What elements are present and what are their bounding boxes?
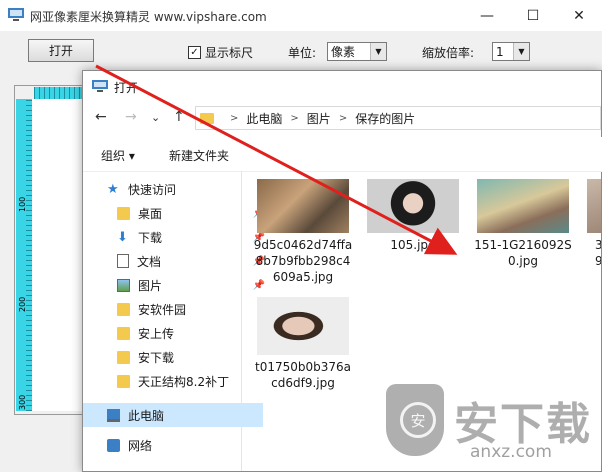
image-thumbnail xyxy=(257,179,349,233)
command-bar: 组织 ▾ 新建文件夹 xyxy=(83,137,602,172)
ruler-tick-label: 200 xyxy=(18,296,27,312)
file-tile[interactable]: 9d5c0462d74ffa 8b7b9fbb298c4 609a5.jpg xyxy=(253,179,353,289)
up-arrow-icon[interactable]: ↑ xyxy=(173,109,185,125)
folder-icon xyxy=(117,326,130,340)
top-ruler xyxy=(34,87,84,99)
file-tile[interactable]: t01750b0b376a cd6df9.jpg xyxy=(253,297,353,407)
address-bar[interactable]: > 此电脑 > 图片 > 保存的图片 xyxy=(195,106,601,130)
show-ruler-toggle[interactable]: ✓ 显示标尺 xyxy=(188,44,253,61)
unit-select[interactable]: 像素 ▼ xyxy=(327,42,387,61)
chevron-right-icon: > xyxy=(230,112,239,124)
app-titlebar: 网亚像素厘米换算精灵 www.vipshare.com — ☐ ✕ xyxy=(0,0,602,31)
navigation-pane: ★ 快速访问 桌面 📌 ⬇ 下载 📌 文档 📌 图片 📌 安软件园 xyxy=(83,171,265,471)
dialog-title: 打开 xyxy=(114,81,139,95)
dialog-titlebar: 打开 xyxy=(83,71,602,101)
nav-item-label: 文档 xyxy=(137,254,162,269)
pictures-icon xyxy=(117,278,130,292)
file-name: 105.jpg xyxy=(390,238,436,252)
nav-item-this-pc[interactable]: 此电脑 xyxy=(83,403,263,427)
ruler-tick-label: 300 xyxy=(18,394,27,410)
image-thumbnail xyxy=(257,297,349,355)
app-title: 网亚像素厘米换算精灵 www.vipshare.com xyxy=(30,10,267,24)
computer-icon xyxy=(107,408,120,422)
unit-select-value: 像素 xyxy=(331,45,356,59)
dialog-navbar: ← → ⌄ ↑ > 此电脑 > 图片 > 保存的图片 xyxy=(83,101,602,135)
back-arrow-icon[interactable]: ← xyxy=(95,109,107,125)
image-canvas[interactable] xyxy=(32,99,84,411)
nav-item-label: 此电脑 xyxy=(128,408,165,423)
star-icon: ★ xyxy=(107,181,119,197)
nav-item-label: 图片 xyxy=(138,278,163,293)
nav-item-label: 安上传 xyxy=(138,326,175,341)
breadcrumb-item[interactable]: 此电脑 xyxy=(246,110,282,127)
forward-arrow-icon[interactable]: → xyxy=(125,109,137,125)
folder-icon xyxy=(117,374,130,388)
maximize-button[interactable]: ☐ xyxy=(510,0,556,31)
file-name: 3492 xyxy=(595,238,601,268)
nav-item-label: 天正结构8.2补丁 xyxy=(138,374,230,389)
shield-icon: 安 xyxy=(386,384,444,456)
nav-item-network[interactable]: 网络 xyxy=(83,433,263,457)
nav-item-label: 桌面 xyxy=(138,206,163,221)
file-tile[interactable]: 3492 xyxy=(583,179,601,289)
organize-button[interactable]: 组织 ▾ xyxy=(101,147,135,164)
folder-icon xyxy=(117,302,130,316)
chevron-right-icon: > xyxy=(290,112,299,124)
nav-item-quick-access[interactable]: ★ 快速访问 xyxy=(83,177,263,201)
nav-item-label: 快速访问 xyxy=(128,182,177,197)
show-ruler-checkbox[interactable]: ✓ xyxy=(188,46,201,59)
unit-label: 单位: xyxy=(288,46,317,60)
folder-icon xyxy=(117,206,130,220)
ruler-tick-label: 100 xyxy=(18,196,27,212)
file-name: t01750b0b376a cd6df9.jpg xyxy=(254,360,351,390)
breadcrumb-item[interactable]: 保存的图片 xyxy=(355,110,415,127)
file-tile[interactable]: 151-1G216092S 0.jpg xyxy=(473,179,573,289)
dialog-app-icon xyxy=(92,80,108,92)
image-thumbnail xyxy=(477,179,569,233)
new-folder-button[interactable]: 新建文件夹 xyxy=(169,147,229,164)
zoom-select-value: 1 xyxy=(496,44,504,59)
download-icon: ⬇ xyxy=(117,229,128,245)
folder-icon xyxy=(200,112,214,124)
nav-item-label: 网络 xyxy=(128,438,153,453)
document-icon xyxy=(117,254,129,268)
nav-item-label: 安软件园 xyxy=(138,302,187,317)
file-name: 9d5c0462d74ffa 8b7b9fbb298c4 609a5.jpg xyxy=(253,238,353,284)
show-ruler-label: 显示标尺 xyxy=(205,46,254,60)
file-name: 151-1G216092S 0.jpg xyxy=(474,238,572,268)
app-icon xyxy=(8,8,24,21)
chevron-right-icon: > xyxy=(338,112,348,124)
recent-locations-icon[interactable]: ⌄ xyxy=(151,111,160,124)
folder-icon xyxy=(117,350,130,364)
zoom-label: 缩放倍率: xyxy=(422,46,475,60)
nav-item-label: 安下载 xyxy=(138,350,175,365)
image-thumbnail xyxy=(367,179,459,233)
network-icon xyxy=(107,438,120,452)
zoom-select[interactable]: 1 ▼ xyxy=(492,42,530,61)
open-button[interactable]: 打开 xyxy=(28,39,94,62)
chevron-down-icon: ▼ xyxy=(370,43,386,60)
close-button[interactable]: ✕ xyxy=(556,0,602,31)
watermark-logo: 安 安下载 anxz.com xyxy=(384,384,602,472)
chevron-down-icon: ▼ xyxy=(513,43,529,60)
breadcrumb-item[interactable]: 图片 xyxy=(307,110,331,127)
nav-item-label: 下载 xyxy=(138,230,163,245)
image-thumbnail xyxy=(587,179,601,233)
minimize-button[interactable]: — xyxy=(464,0,510,31)
app-toolbar: 打开 ✓ 显示标尺 单位: 像素 ▼ 缩放倍率: 1 ▼ xyxy=(0,31,602,71)
left-ruler xyxy=(16,99,32,411)
file-tile[interactable]: 105.jpg xyxy=(363,179,463,289)
